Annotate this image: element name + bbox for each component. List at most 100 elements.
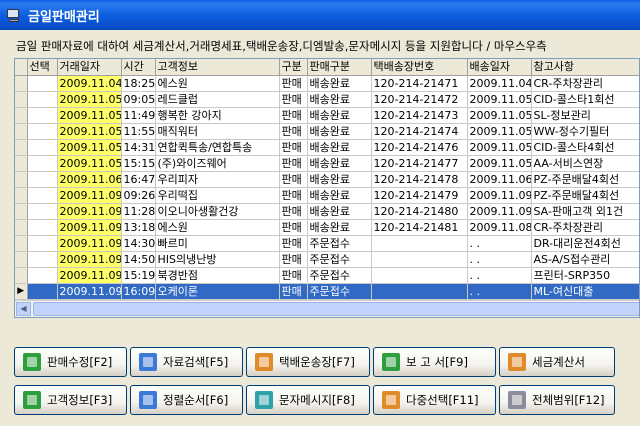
- cell-select[interactable]: [27, 251, 58, 268]
- cell-sale-type[interactable]: 배송완료: [307, 107, 372, 124]
- cell-customer[interactable]: 우리피자: [155, 171, 280, 188]
- cell-sale-type[interactable]: 주문접수: [307, 251, 372, 268]
- cell-date[interactable]: 2009.11.05: [57, 155, 122, 172]
- table-row[interactable]: 2009.11.04 18:25 에스원 판매 배송완료 120-214-21471 200…: [15, 75, 639, 92]
- cell-sale-type[interactable]: 배송완료: [307, 203, 372, 220]
- row-indicator[interactable]: [15, 123, 28, 140]
- table-row[interactable]: 2009.11.05 09:05 레드클럽 판매 배송완료 120-214-21472 20…: [15, 91, 639, 108]
- cell-note[interactable]: PZ-주문배달4회선: [531, 171, 639, 188]
- cell-tracking[interactable]: [371, 235, 468, 252]
- row-indicator[interactable]: [15, 155, 28, 172]
- cell-tracking[interactable]: 120-214-21481: [371, 219, 468, 236]
- row-indicator[interactable]: [15, 203, 28, 220]
- cell-select[interactable]: [27, 283, 58, 300]
- row-indicator[interactable]: [15, 107, 28, 124]
- cell-time[interactable]: 15:15: [121, 155, 156, 172]
- cell-date[interactable]: 2009.11.09: [57, 187, 122, 204]
- scroll-left-icon[interactable]: ◀: [16, 302, 31, 316]
- cell-sale-type[interactable]: 배송완료: [307, 139, 372, 156]
- cell-date[interactable]: 2009.11.09: [57, 267, 122, 284]
- cell-note[interactable]: WW-정수기필터: [531, 123, 639, 140]
- table-row[interactable]: 2009.11.09 14:50 HIS의냉난방 판매 주문접수 . . AS-A/S접수관…: [15, 251, 639, 268]
- cell-sale-type[interactable]: 주문접수: [307, 235, 372, 252]
- cell-note[interactable]: ML-여신대출: [531, 283, 639, 300]
- cell-ship-date[interactable]: 2009.11.06: [467, 171, 532, 188]
- cell-tracking[interactable]: 120-214-21480: [371, 203, 468, 220]
- cell-tracking[interactable]: 120-214-21476: [371, 139, 468, 156]
- cell-sale-type[interactable]: 배송완료: [307, 171, 372, 188]
- table-row[interactable]: 2009.11.05 11:55 매직워터 판매 배송완료 120-214-21474 20…: [15, 123, 639, 140]
- cell-sale-type[interactable]: 배송완료: [307, 123, 372, 140]
- cell-ship-date[interactable]: . .: [467, 267, 532, 284]
- cell-time[interactable]: 11:49: [121, 107, 156, 124]
- cell-time[interactable]: 14:31: [121, 139, 156, 156]
- cell-date[interactable]: 2009.11.05: [57, 91, 122, 108]
- row-indicator[interactable]: [15, 235, 28, 252]
- cell-tracking[interactable]: 120-214-21479: [371, 187, 468, 204]
- sort-button[interactable]: 정렬순서[F6]: [130, 385, 243, 415]
- cell-select[interactable]: [27, 91, 58, 108]
- cell-type[interactable]: 판매: [279, 219, 308, 236]
- cell-sale-type[interactable]: 배송완료: [307, 75, 372, 92]
- cell-note[interactable]: CID-콜스타4회선: [531, 139, 639, 156]
- row-indicator[interactable]: [15, 219, 28, 236]
- cell-ship-date[interactable]: 2009.11.05: [467, 139, 532, 156]
- cell-customer[interactable]: 북경반점: [155, 267, 280, 284]
- cell-customer[interactable]: 우리떡집: [155, 187, 280, 204]
- cell-ship-date[interactable]: 2009.11.05: [467, 91, 532, 108]
- horizontal-scrollbar[interactable]: ◀: [15, 300, 639, 317]
- range-button[interactable]: 전체범위[F12]: [499, 385, 615, 415]
- cell-time[interactable]: 16:47: [121, 171, 156, 188]
- cell-note[interactable]: 프린터-SRP350: [531, 267, 639, 284]
- cell-tracking[interactable]: [371, 267, 468, 284]
- cell-customer[interactable]: 레드클럽: [155, 91, 280, 108]
- column-header[interactable]: 택배송장번호: [371, 59, 468, 76]
- cell-sale-type[interactable]: 배송완료: [307, 219, 372, 236]
- row-indicator[interactable]: [15, 91, 28, 108]
- cell-note[interactable]: AS-A/S접수관리: [531, 251, 639, 268]
- cell-type[interactable]: 판매: [279, 235, 308, 252]
- table-row[interactable]: 2009.11.05 11:49 행복한 강아지 판매 배송완료 120-214-2147…: [15, 107, 639, 124]
- row-indicator[interactable]: [15, 187, 28, 204]
- cell-select[interactable]: [27, 203, 58, 220]
- cell-select[interactable]: [27, 107, 58, 124]
- column-header[interactable]: 고객정보: [155, 59, 280, 76]
- cell-date[interactable]: 2009.11.05: [57, 107, 122, 124]
- cell-sale-type[interactable]: 주문접수: [307, 267, 372, 284]
- cell-type[interactable]: 판매: [279, 187, 308, 204]
- table-row[interactable]: 2009.11.09 14:30 빠르미 판매 주문접수 . . DR-대리운전4회선: [15, 235, 639, 252]
- cell-select[interactable]: [27, 75, 58, 92]
- cell-note[interactable]: CR-주차장관리: [531, 75, 639, 92]
- table-row[interactable]: 2009.11.09 15:19 북경반점 판매 주문접수 . . 프린터-SRP350: [15, 267, 639, 284]
- printer-button[interactable]: 보 고 서[F9]: [373, 347, 496, 377]
- cell-time[interactable]: 15:19: [121, 267, 156, 284]
- cell-time[interactable]: 09:05: [121, 91, 156, 108]
- cell-note[interactable]: DR-대리운전4회선: [531, 235, 639, 252]
- cell-time[interactable]: 11:28: [121, 203, 156, 220]
- table-row[interactable]: 2009.11.09 09:26 우리떡집 판매 배송완료 120-214-21479 20…: [15, 187, 639, 204]
- cell-tracking[interactable]: 120-214-21478: [371, 171, 468, 188]
- invoice-button[interactable]: 세금계산서: [499, 347, 615, 377]
- edit-button[interactable]: 판매수정[F2]: [14, 347, 127, 377]
- row-indicator[interactable]: [15, 139, 28, 156]
- cell-ship-date[interactable]: 2009.11.05: [467, 123, 532, 140]
- cell-time[interactable]: 18:25: [121, 75, 156, 92]
- cell-select[interactable]: [27, 123, 58, 140]
- cell-type[interactable]: 판매: [279, 75, 308, 92]
- column-header[interactable]: 배송일자: [467, 59, 532, 76]
- cell-customer[interactable]: 연합퀵특송/연합특송: [155, 139, 280, 156]
- cell-type[interactable]: 판매: [279, 267, 308, 284]
- row-indicator[interactable]: [15, 171, 28, 188]
- cell-customer[interactable]: 에스원: [155, 219, 280, 236]
- row-indicator[interactable]: [15, 251, 28, 268]
- cell-tracking[interactable]: 120-214-21472: [371, 91, 468, 108]
- cell-sale-type[interactable]: 주문접수: [307, 283, 372, 300]
- cell-note[interactable]: SL-정보관리: [531, 107, 639, 124]
- cell-time[interactable]: 13:18: [121, 219, 156, 236]
- cell-ship-date[interactable]: 2009.11.05: [467, 155, 532, 172]
- cell-select[interactable]: [27, 267, 58, 284]
- cell-tracking[interactable]: 120-214-21474: [371, 123, 468, 140]
- customer-button[interactable]: 고객정보[F3]: [14, 385, 127, 415]
- cell-customer[interactable]: 빠르미: [155, 235, 280, 252]
- message-button[interactable]: 문자메시지[F8]: [246, 385, 370, 415]
